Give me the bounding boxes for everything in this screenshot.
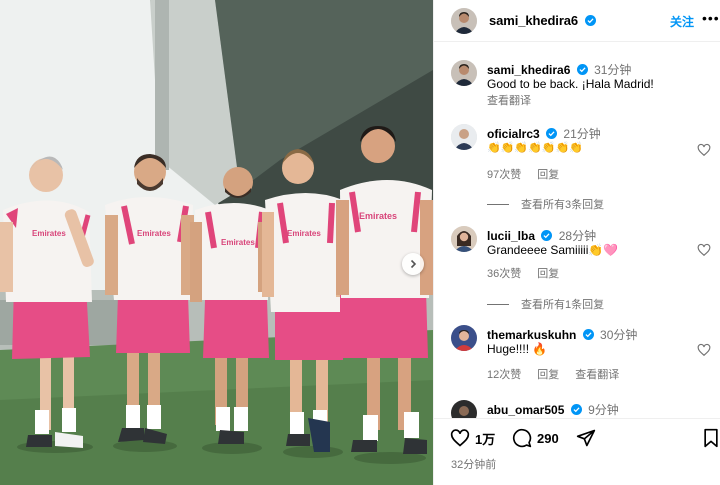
jersey-sponsor-text: Emirates — [221, 238, 255, 247]
username-label[interactable]: themarkuskuhn — [487, 328, 576, 342]
post-author[interactable]: sami_khedira6 — [489, 13, 596, 28]
reply-button[interactable]: 回复 — [537, 166, 559, 182]
comment-time: 21分钟 — [563, 127, 601, 141]
verified-badge-icon — [576, 64, 588, 75]
more-options-icon[interactable]: ••• — [702, 10, 720, 26]
chevron-right-icon — [410, 259, 417, 269]
bookmark-icon — [704, 428, 718, 448]
avatar[interactable] — [451, 60, 477, 86]
send-icon — [576, 429, 596, 447]
post-timestamp: 32分钟前 — [451, 459, 497, 471]
save-button[interactable] — [702, 428, 720, 448]
follow-button[interactable]: 关注 — [670, 13, 694, 30]
username-label[interactable]: abu_omar505 — [487, 403, 564, 417]
heart-outline-icon — [697, 243, 711, 257]
comment-time: 30分钟 — [600, 328, 638, 342]
username-label[interactable]: lucii_lba — [487, 229, 535, 243]
comment-meta: 36次赞 回复 — [487, 265, 559, 281]
caption-meta: 查看翻译 — [487, 92, 531, 108]
comment-text: 👏👏👏👏👏👏👏 — [487, 142, 583, 154]
comment-meta: 97次赞 回复 — [487, 166, 559, 182]
view-replies-button[interactable]: 查看所有1条回复 — [487, 296, 604, 312]
like-button[interactable]: 1万 — [450, 428, 495, 448]
heart-outline-icon — [450, 429, 470, 447]
carousel-next-button[interactable] — [402, 253, 424, 275]
comment-button[interactable]: 290 — [512, 428, 559, 448]
heart-outline-icon — [697, 343, 711, 357]
heart-outline-icon — [697, 143, 711, 157]
comment-like-button[interactable] — [697, 143, 711, 157]
comment-icon — [512, 428, 532, 448]
caption-author: sami_khedira6 31分钟 — [487, 61, 631, 78]
translate-link[interactable]: 查看翻译 — [575, 366, 619, 382]
verified-badge-icon — [582, 329, 594, 340]
comment-meta: 12次赞 回复 查看翻译 — [487, 366, 619, 382]
comment-text: Grandeeee Samiiiii👏🩷 — [487, 243, 619, 257]
post-photo: Emirates Emirates Emirates Emirates Emir… — [0, 0, 433, 485]
post-header: sami_khedira6 关注 ••• — [434, 0, 720, 42]
comment-like-button[interactable] — [697, 343, 711, 357]
caption-time: 31分钟 — [594, 63, 632, 77]
post-side-panel: sami_khedira6 关注 ••• sami_khedira6 31分钟 … — [433, 0, 720, 485]
avatar[interactable] — [451, 226, 477, 252]
comment-author: lucii_lba 28分钟 — [487, 227, 596, 244]
reply-button[interactable]: 回复 — [537, 366, 559, 382]
verified-badge-icon — [584, 15, 596, 26]
comments-count: 290 — [537, 430, 559, 446]
post-actions-bar: 1万 290 32分钟前 — [434, 418, 720, 485]
photo-scene: Emirates Emirates Emirates Emirates Emir… — [0, 0, 433, 485]
likes-count: 1万 — [475, 431, 496, 447]
comment-author: abu_omar505 9分钟 — [487, 401, 619, 418]
reply-button[interactable]: 回复 — [537, 265, 559, 281]
username-label[interactable]: sami_khedira6 — [487, 63, 570, 77]
comment-likes[interactable]: 36次赞 — [487, 265, 521, 281]
comment-time: 28分钟 — [558, 229, 597, 243]
avatar[interactable] — [451, 325, 477, 351]
comment-likes[interactable]: 97次赞 — [487, 166, 521, 182]
comment-like-button[interactable] — [697, 243, 711, 257]
translate-link[interactable]: 查看翻译 — [487, 92, 531, 108]
comment-author: themarkuskuhn 30分钟 — [487, 326, 637, 343]
verified-badge-icon — [541, 230, 553, 241]
comment-text: Huge!!!! 🔥 — [487, 342, 548, 356]
verified-badge-icon — [546, 128, 558, 139]
verified-badge-icon — [570, 404, 582, 415]
username-label[interactable]: sami_khedira6 — [489, 13, 578, 28]
jersey-sponsor-text: Emirates — [287, 229, 321, 238]
comment-author: oficialrc3 21分钟 — [487, 125, 601, 142]
share-button[interactable] — [576, 428, 596, 448]
comment-likes[interactable]: 12次赞 — [487, 366, 521, 382]
comment-time: 9分钟 — [588, 403, 619, 417]
jersey-sponsor-text: Emirates — [137, 229, 171, 238]
caption-text: Good to be back. ¡Hala Madrid! — [487, 77, 654, 91]
jersey-sponsor-text: Emirates — [359, 211, 397, 221]
username-label[interactable]: oficialrc3 — [487, 127, 540, 141]
avatar[interactable] — [451, 124, 477, 150]
avatar[interactable] — [451, 8, 477, 34]
jersey-sponsor-text: Emirates — [32, 229, 66, 238]
view-replies-button[interactable]: 查看所有3条回复 — [487, 196, 604, 212]
